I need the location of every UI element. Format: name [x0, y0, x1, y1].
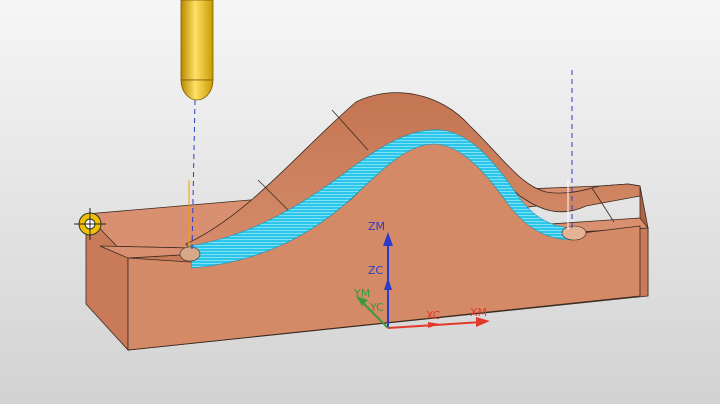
- yc-label: YC: [369, 301, 384, 314]
- ym-label: YM: [353, 287, 370, 300]
- zc-label: ZC: [368, 264, 384, 277]
- graphics-viewport[interactable]: ZM ZC YM YC XC XM: [0, 0, 720, 404]
- cam-scene[interactable]: ZM ZC YM YC XC XM: [0, 0, 720, 404]
- ball-end-mill-tool[interactable]: [180, 0, 214, 101]
- zm-label: ZM: [368, 220, 385, 233]
- xc-label: XC: [426, 309, 441, 322]
- tool-shank: [180, 0, 214, 81]
- left-pocket: [179, 246, 201, 262]
- xm-label: XM: [470, 306, 487, 319]
- right-pocket: [561, 225, 587, 241]
